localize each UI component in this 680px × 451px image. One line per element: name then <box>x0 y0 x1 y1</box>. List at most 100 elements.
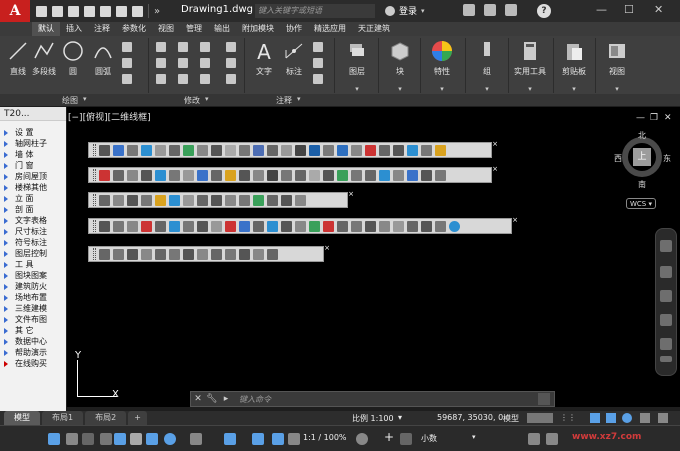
tool-icon[interactable] <box>169 220 180 232</box>
menu-item-axis-column[interactable]: 轴网柱子 <box>0 138 66 149</box>
quick-properties-icon[interactable] <box>528 433 540 445</box>
triangle-icon[interactable] <box>505 4 517 16</box>
menu-icon[interactable] <box>82 433 94 445</box>
stretch-icon[interactable] <box>156 74 166 84</box>
menu-item-text-table[interactable]: 文字表格 <box>0 215 66 226</box>
menu-item-layer-control[interactable]: 图层控制 <box>0 248 66 259</box>
annotation-group-label[interactable]: 注释 <box>276 95 292 106</box>
mirror-icon[interactable] <box>178 58 188 68</box>
tool-icon[interactable] <box>127 144 138 156</box>
tool-icon[interactable] <box>183 220 194 232</box>
tool-icon[interactable] <box>281 144 292 156</box>
grid-toggle-icon[interactable] <box>527 413 553 423</box>
viewport-minimize-icon[interactable]: — <box>636 113 645 123</box>
block-tool-button[interactable]: 块 ▾ <box>380 40 420 93</box>
tool-icon[interactable] <box>225 169 236 181</box>
floating-toolbar[interactable]: × <box>88 140 498 158</box>
explode-icon[interactable] <box>226 58 236 68</box>
leader-icon[interactable] <box>313 42 323 52</box>
exchange-icon[interactable] <box>463 4 475 16</box>
toolbar-grip[interactable] <box>93 248 96 260</box>
compass-south[interactable]: 南 <box>638 179 646 190</box>
help-icon[interactable]: ? <box>537 4 551 18</box>
monitor-icon[interactable] <box>400 433 412 445</box>
tool-icon[interactable] <box>155 248 166 260</box>
tool-icon[interactable] <box>169 248 180 260</box>
tab-parametric[interactable]: 参数化 <box>116 22 152 36</box>
tab-addins[interactable]: 附加模块 <box>236 22 280 36</box>
menu-item-settings[interactable]: 设 置 <box>0 127 66 138</box>
tool-icon[interactable] <box>141 194 152 206</box>
offset-icon[interactable] <box>226 74 236 84</box>
tool-icon[interactable] <box>197 169 208 181</box>
polar-toggle-icon[interactable] <box>606 413 616 423</box>
copy-icon[interactable] <box>156 58 166 68</box>
compass-west[interactable]: 西 <box>614 153 622 164</box>
snap-toggle-icon[interactable]: ⋮⋮ <box>560 413 576 422</box>
tool-icon[interactable] <box>337 220 348 232</box>
menu-item-room-roof[interactable]: 房间屋顶 <box>0 171 66 182</box>
view-tool-button[interactable]: 视图 ▾ <box>597 40 637 93</box>
floating-toolbar[interactable]: × <box>88 165 498 183</box>
tool-icon[interactable] <box>253 169 264 181</box>
tab-tangent[interactable]: 天正建筑 <box>352 22 396 36</box>
toolbar-grip[interactable] <box>93 220 96 232</box>
login-label[interactable]: 登录 <box>399 4 417 17</box>
isometric-icon[interactable] <box>190 433 202 445</box>
isodraft-toggle-icon[interactable] <box>622 413 632 423</box>
tool-icon[interactable] <box>155 220 166 232</box>
maximize-icon[interactable]: ☐ <box>624 3 634 16</box>
tab-featured-apps[interactable]: 精选应用 <box>308 22 352 36</box>
tool-icon[interactable] <box>239 169 250 181</box>
showmotion-icon[interactable] <box>660 338 672 350</box>
trim-icon[interactable] <box>200 42 210 52</box>
transparency-icon[interactable] <box>272 433 284 445</box>
tool-icon[interactable] <box>141 220 152 232</box>
model-space-icon[interactable] <box>48 433 60 445</box>
tool-icon[interactable] <box>351 144 362 156</box>
chevron-down-icon[interactable]: ▾ <box>528 85 532 93</box>
layer-tool-button[interactable]: 图层 ▾ <box>337 40 377 93</box>
tool-icon[interactable] <box>295 169 306 181</box>
tool-icon[interactable] <box>337 169 348 181</box>
tool-icon[interactable] <box>155 144 166 156</box>
chevron-down-icon[interactable]: ▾ <box>398 85 402 93</box>
tool-icon[interactable] <box>169 144 180 156</box>
wrench-icon[interactable]: 🔧︎ <box>205 394 219 404</box>
rotate-icon[interactable] <box>178 42 188 52</box>
dimension-tool-button[interactable]: 标注 <box>274 40 314 77</box>
tool-icon[interactable] <box>99 144 110 156</box>
tool-icon[interactable] <box>253 144 264 156</box>
save-as-icon[interactable] <box>84 5 95 17</box>
tool-icon[interactable] <box>99 220 110 232</box>
menu-item-door-window[interactable]: 门 窗 <box>0 160 66 171</box>
tool-icon[interactable] <box>183 248 194 260</box>
tool-icon[interactable] <box>421 144 432 156</box>
tool-icon[interactable] <box>197 248 208 260</box>
object-snap-icon[interactable] <box>224 433 236 445</box>
tool-icon[interactable] <box>211 144 222 156</box>
orbit-icon[interactable] <box>660 314 672 326</box>
chevron-down-icon[interactable]: ▾ <box>83 95 87 103</box>
tool-icon[interactable] <box>435 169 446 181</box>
ortho-icon[interactable] <box>146 433 158 445</box>
pan-hand-icon[interactable] <box>660 266 672 278</box>
tool-icon[interactable] <box>295 220 306 232</box>
tab-annotate[interactable]: 注释 <box>88 22 116 36</box>
tool-icon[interactable] <box>351 220 362 232</box>
tool-icon[interactable] <box>211 194 222 206</box>
tool-icon[interactable] <box>295 194 306 206</box>
tab-collaborate[interactable]: 协作 <box>280 22 308 36</box>
chevron-down-icon[interactable]: ▾ <box>572 85 576 93</box>
tool-icon[interactable] <box>141 144 152 156</box>
tool-icon[interactable] <box>323 220 334 232</box>
fillet-icon[interactable] <box>200 58 210 68</box>
chevron-down-icon[interactable]: ▾ <box>297 95 301 103</box>
gear-icon[interactable] <box>356 433 368 445</box>
tool-icon[interactable] <box>281 169 292 181</box>
rectangle-icon[interactable] <box>122 42 132 52</box>
chevron-down-icon[interactable]: ▾ <box>472 433 476 441</box>
tool-icon[interactable] <box>239 248 250 260</box>
tool-icon[interactable] <box>197 194 208 206</box>
tool-icon[interactable] <box>253 194 264 206</box>
